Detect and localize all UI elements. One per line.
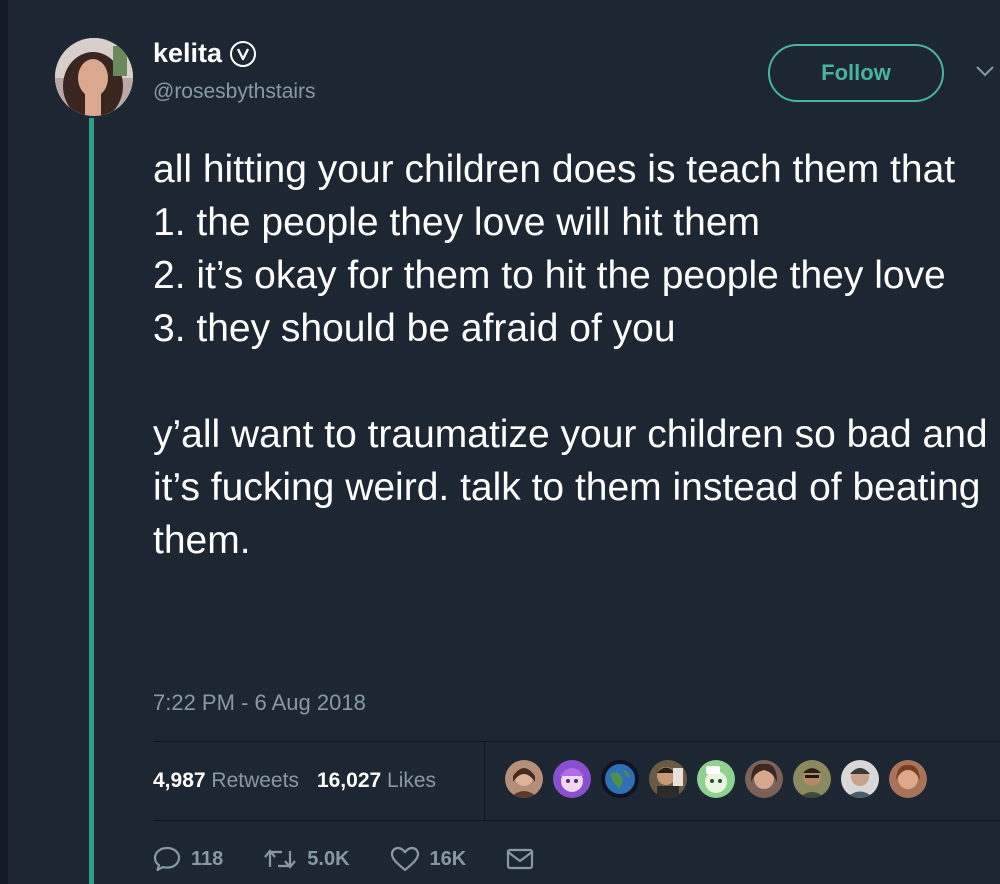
like-count: 16K bbox=[429, 847, 467, 870]
display-name-text: kelita bbox=[153, 38, 223, 68]
liker-avatar[interactable] bbox=[647, 758, 689, 800]
retweet-count: 5.0K bbox=[307, 847, 350, 870]
verified-icon bbox=[230, 40, 257, 67]
liker-avatar[interactable] bbox=[695, 758, 737, 800]
divider-bottom bbox=[153, 820, 1000, 821]
avatar[interactable] bbox=[55, 38, 133, 116]
liker-avatar[interactable] bbox=[743, 758, 785, 800]
liker-avatar[interactable] bbox=[887, 758, 929, 800]
retweets-count: 4,987 bbox=[153, 769, 206, 792]
thread-line bbox=[89, 118, 94, 884]
direct-message-button[interactable] bbox=[506, 848, 534, 870]
liker-avatar[interactable] bbox=[839, 758, 881, 800]
likes-stat[interactable]: 16,027 Likes bbox=[317, 769, 436, 793]
reply-button[interactable]: 118 bbox=[153, 846, 223, 872]
likes-label: Likes bbox=[387, 769, 437, 792]
tweet-card: kelita @rosesbythstairs Follow all hitti… bbox=[8, 0, 1000, 884]
reply-icon bbox=[153, 846, 181, 872]
retweet-button[interactable]: 5.0K bbox=[263, 847, 350, 871]
likes-count: 16,027 bbox=[316, 769, 382, 792]
tweet-text: all hitting your children does is teach … bbox=[153, 148, 988, 562]
display-name[interactable]: kelita bbox=[153, 38, 257, 69]
user-handle[interactable]: @rosesbythstairs bbox=[153, 80, 316, 104]
chevron-down-icon[interactable] bbox=[974, 60, 996, 82]
tweet-timestamp[interactable]: 7:22 PM - 6 Aug 2018 bbox=[153, 690, 366, 716]
likers-avatars bbox=[503, 758, 929, 800]
stats-separator bbox=[484, 742, 485, 820]
reply-count: 118 bbox=[191, 847, 224, 870]
liker-avatar[interactable] bbox=[791, 758, 833, 800]
retweets-label: Retweets bbox=[211, 769, 299, 792]
liker-avatar[interactable] bbox=[503, 758, 545, 800]
tweet-actions: 118 5.0K 16K bbox=[153, 840, 574, 878]
like-icon bbox=[390, 846, 419, 872]
engagement-stats: 4,987 Retweets 16,027 Likes bbox=[153, 742, 454, 820]
liker-avatar[interactable] bbox=[551, 758, 593, 800]
retweets-stat[interactable]: 4,987 Retweets bbox=[153, 769, 299, 793]
retweet-icon bbox=[264, 849, 297, 869]
follow-button[interactable]: Follow bbox=[768, 44, 944, 102]
like-button[interactable]: 16K bbox=[390, 846, 467, 872]
direct-message-icon bbox=[507, 848, 534, 870]
liker-avatar[interactable] bbox=[599, 758, 641, 800]
